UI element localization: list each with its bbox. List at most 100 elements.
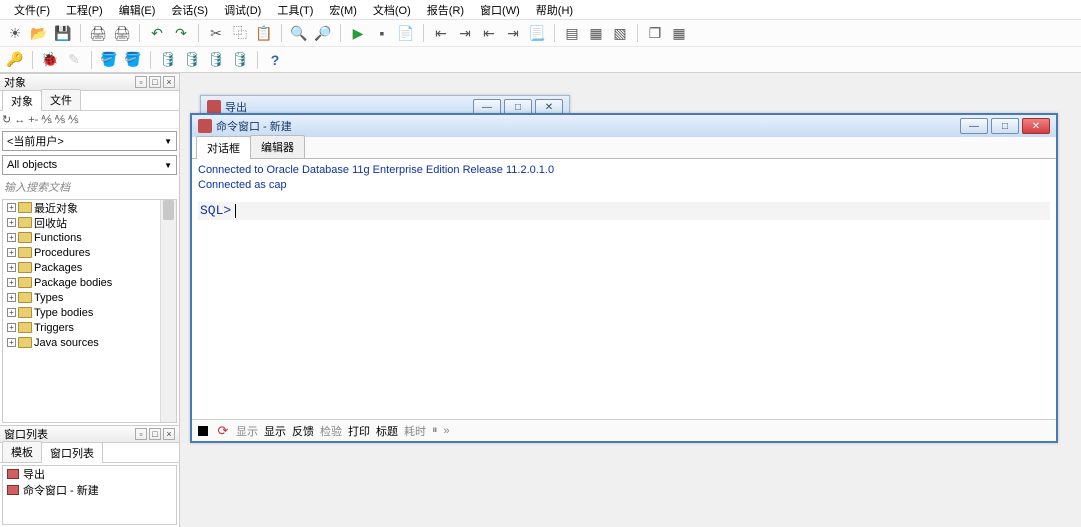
tab-objects[interactable]: 对象 — [2, 90, 42, 111]
expand-icon[interactable]: + — [7, 278, 16, 287]
redo-icon[interactable]: ↷ — [170, 22, 192, 44]
status-stop-icon[interactable] — [196, 424, 210, 438]
find-next-icon[interactable]: 🔎 — [312, 22, 334, 44]
find-icon[interactable]: 🔍 — [288, 22, 310, 44]
menu-macro[interactable]: 宏(M) — [321, 0, 365, 20]
indent-icon[interactable]: ⇥ — [454, 22, 476, 44]
status-item[interactable]: 反馈 — [292, 423, 314, 439]
tab-files[interactable]: 文件 — [41, 89, 81, 110]
menu-project[interactable]: 工程(P) — [58, 0, 111, 20]
print-preview-icon[interactable]: 🖨 — [111, 22, 133, 44]
tile-icon[interactable]: ▦ — [668, 22, 690, 44]
expand-icon[interactable]: + — [7, 338, 16, 347]
copy-icon[interactable]: ⿻ — [229, 22, 251, 44]
new-icon[interactable]: ☀ — [4, 22, 26, 44]
filter-combo[interactable]: All objects ▼ — [2, 155, 177, 175]
pencil-icon[interactable]: ✎ — [63, 49, 85, 71]
panel-close-icon[interactable]: × — [163, 76, 175, 88]
paste-icon[interactable]: 📋 — [253, 22, 275, 44]
status-next-icon[interactable]: » — [444, 425, 450, 437]
tree-tool-icon[interactable]: ⅍ — [41, 114, 51, 126]
undo-icon[interactable]: ↶ — [146, 22, 168, 44]
panel-pin-icon[interactable]: ▫ — [135, 76, 147, 88]
menu-window[interactable]: 窗口(W) — [472, 0, 528, 20]
maximize-button[interactable]: □ — [991, 118, 1019, 134]
expand-icon[interactable]: + — [7, 323, 16, 332]
db3-icon[interactable]: 🛢 — [205, 49, 227, 71]
help-icon[interactable]: ? — [264, 49, 286, 71]
tab-dialog[interactable]: 对话框 — [196, 136, 251, 159]
user-combo[interactable]: <当前用户> ▼ — [2, 131, 177, 151]
status-item[interactable]: 耗时 — [404, 423, 426, 439]
expand-icon[interactable]: + — [7, 218, 16, 227]
paint1-icon[interactable]: 🪣 — [98, 49, 120, 71]
panel-close-icon[interactable]: × — [163, 428, 175, 440]
expand-icon[interactable]: + — [7, 308, 16, 317]
winlist-item[interactable]: 命令窗口 - 新建 — [3, 482, 176, 498]
object-tree[interactable]: +最近对象 +回收站 +Functions +Procedures +Packa… — [2, 199, 177, 423]
run-icon[interactable]: ▶ — [347, 22, 369, 44]
panel-max-icon[interactable]: □ — [149, 76, 161, 88]
menu-edit[interactable]: 编辑(E) — [111, 0, 164, 20]
debug-icon[interactable]: 🐞 — [39, 49, 61, 71]
search-placeholder[interactable]: 输入搜索文档 — [0, 177, 179, 197]
refresh-icon[interactable]: ↻ — [2, 113, 11, 126]
menu-session[interactable]: 会话(S) — [163, 0, 216, 20]
status-item[interactable]: 显示 — [264, 423, 286, 439]
db1-icon[interactable]: 🛢 — [157, 49, 179, 71]
commit-icon[interactable]: ⇤ — [430, 22, 452, 44]
menu-doc[interactable]: 文档(O) — [365, 0, 419, 20]
status-record-icon[interactable]: ⟳ — [216, 424, 230, 438]
command-window[interactable]: 命令窗口 - 新建 — □ ✕ 对话框 编辑器 Connected to Ora… — [190, 113, 1058, 443]
panel-max-icon[interactable]: □ — [149, 428, 161, 440]
explain-icon[interactable]: 📄 — [395, 22, 417, 44]
status-item[interactable]: 打印 — [348, 423, 370, 439]
expand-icon[interactable]: + — [7, 263, 16, 272]
paint2-icon[interactable]: 🪣 — [122, 49, 144, 71]
outdent-icon[interactable]: ⇤ — [478, 22, 500, 44]
save-icon[interactable]: 💾 — [52, 22, 74, 44]
menu-help[interactable]: 帮助(H) — [528, 0, 581, 20]
menu-tools[interactable]: 工具(T) — [269, 0, 321, 20]
expand-icon[interactable]: + — [7, 203, 16, 212]
db2-icon[interactable]: 🛢 — [181, 49, 203, 71]
panel-pin-icon[interactable]: ▫ — [135, 428, 147, 440]
tree-scrollbar[interactable] — [160, 200, 176, 422]
close-button[interactable]: ✕ — [1022, 118, 1050, 134]
menu-report[interactable]: 报告(R) — [419, 0, 472, 20]
tree-tool2-icon[interactable]: ⅍ — [55, 114, 65, 126]
tree-item: +Types — [3, 290, 176, 305]
format-icon[interactable]: 📃 — [526, 22, 548, 44]
status-item[interactable]: 标题 — [376, 423, 398, 439]
expand-icon[interactable]: +- — [28, 114, 38, 126]
command-window-title-bar[interactable]: 命令窗口 - 新建 — □ ✕ — [192, 115, 1056, 137]
tab-winlist[interactable]: 窗口列表 — [41, 442, 103, 463]
collapse-icon[interactable]: ↔ — [14, 114, 25, 126]
expand-icon[interactable]: + — [7, 233, 16, 242]
status-item[interactable]: 检验 — [320, 423, 342, 439]
command-output[interactable]: Connected to Oracle Database 11g Enterpr… — [192, 159, 1056, 419]
menu-debug[interactable]: 调试(D) — [216, 0, 269, 20]
status-pause-icon[interactable]: ⏸ — [432, 424, 438, 437]
tab-template[interactable]: 模板 — [2, 441, 42, 462]
db4-icon[interactable]: 🛢 — [229, 49, 251, 71]
tab-editor[interactable]: 编辑器 — [250, 135, 305, 158]
window1-icon[interactable]: ▤ — [561, 22, 583, 44]
minimize-button[interactable]: — — [960, 118, 988, 134]
window3-icon[interactable]: ▧ — [609, 22, 631, 44]
winlist-item[interactable]: 导出 — [3, 466, 176, 482]
cut-icon[interactable]: ✂ — [205, 22, 227, 44]
print-icon[interactable]: 🖨 — [87, 22, 109, 44]
cascade-icon[interactable]: ❐ — [644, 22, 666, 44]
menu-file[interactable]: 文件(F) — [6, 0, 58, 20]
open-icon[interactable]: 📂 — [28, 22, 50, 44]
indent2-icon[interactable]: ⇥ — [502, 22, 524, 44]
status-item[interactable]: 显示 — [236, 423, 258, 439]
window2-icon[interactable]: ▦ — [585, 22, 607, 44]
key-icon[interactable]: 🔑 — [4, 49, 26, 71]
sql-prompt[interactable]: SQL> — [198, 202, 1050, 220]
expand-icon[interactable]: + — [7, 248, 16, 257]
expand-icon[interactable]: + — [7, 293, 16, 302]
tree-tool3-icon[interactable]: ⅍ — [68, 114, 78, 126]
stop-icon[interactable]: ▪ — [371, 22, 393, 44]
